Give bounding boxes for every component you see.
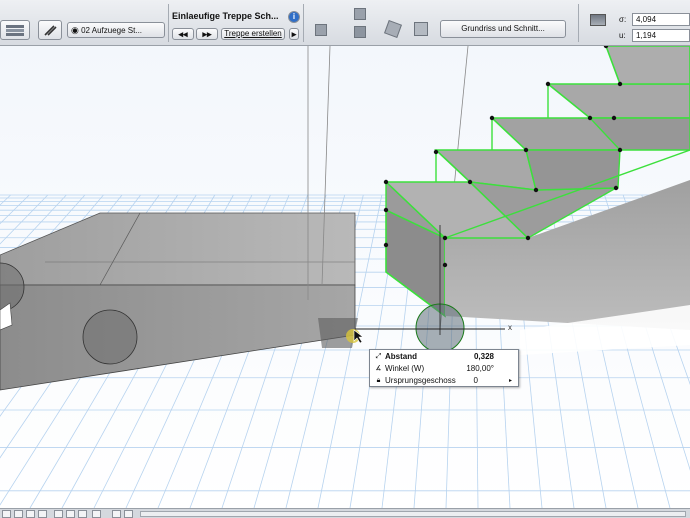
stair-riser [525,149,621,191]
stair-hotspot [442,235,448,241]
stair-hotspot [433,149,439,155]
eye-icon: ◉ [71,25,79,35]
stair-tread [604,45,690,85]
chevron-right-icon: ▸ [291,29,297,39]
3d-viewport[interactable]: x [0,0,690,518]
status-icon-9[interactable] [112,510,121,518]
previous-button[interactable]: ◂◂ [172,28,194,40]
tool-name-label: Einlaeufige Treppe Sch... [172,11,279,21]
stair-hotspot [617,147,623,153]
angle-icon: ∡ [375,365,382,372]
elevation-icon [590,14,606,26]
status-icon-5[interactable] [54,510,63,518]
status-icon-3[interactable] [26,510,35,518]
stair-hotspot [383,242,389,248]
coord-x-field[interactable]: 4,094 [632,13,690,26]
create-stair-arrow[interactable]: ▸ [289,28,299,40]
distance-icon: ⤢ [375,353,382,360]
fast-forward-icon: ▸▸ [202,29,212,39]
angle-value[interactable]: 180,00° [466,363,494,375]
coord-y-field[interactable]: 1,194 [632,29,690,42]
stair-hotspot [383,179,389,185]
stair-hotspot [613,185,619,191]
distance-value[interactable]: 0,328 [474,351,494,363]
stair-hotspot [617,81,623,87]
view-preset-label: 02 Aufzuege St... [81,26,143,35]
horizontal-scrollbar[interactable] [140,511,686,517]
status-icon-8[interactable] [92,510,101,518]
status-bar [0,508,690,518]
angle-label: Winkel (W) [385,364,425,373]
chevron-right-icon[interactable]: ▸ [509,375,512,387]
rotate-icon[interactable] [384,20,402,38]
coord-x-label: σ: [619,15,627,24]
stair-hotspot [383,207,389,213]
origin-story-label: Ursprungsgeschoss [385,376,456,385]
pen-icon [44,25,57,36]
stair-hotspot [489,115,495,121]
layer-button[interactable] [0,20,30,40]
info-button[interactable]: i [288,11,300,23]
tracker-row-origin-story[interactable]: 🔒︎ Ursprungsgeschoss 0 ▸ [370,375,518,387]
stair-shape-icon[interactable] [315,24,327,36]
status-icon-4[interactable] [38,510,47,518]
stair-hotspot [533,187,539,193]
stair-hotspot [442,262,448,268]
coord-y-label: u: [619,31,626,40]
origin-story-value[interactable]: 0 [474,375,478,387]
flight-icon[interactable] [354,8,366,20]
stair-hotspot [545,81,551,87]
grundriss-schnitt-button[interactable]: Grundriss und Schnitt... [440,20,566,38]
tracker-palette[interactable]: ⤢ Abstand 0,328 ∡ Winkel (W) 180,00° 🔒︎ … [369,349,519,387]
stair-hotspot [523,147,529,153]
x-axis-label: x [508,323,512,332]
stair-hotspot [587,115,593,121]
tracker-row-distance[interactable]: ⤢ Abstand 0,328 [370,351,518,363]
view-preset-dropdown[interactable]: ◉ 02 Aufzuege St... [67,22,165,38]
status-icon-1[interactable] [2,510,11,518]
status-icon-10[interactable] [124,510,133,518]
status-icon-7[interactable] [78,510,87,518]
status-icon-2[interactable] [14,510,23,518]
mirror-icon[interactable] [414,22,428,36]
info-box-toolbar: ◉ 02 Aufzuege St... Einlaeufige Treppe S… [0,0,690,46]
layers-icon [6,25,24,36]
next-button[interactable]: ▸▸ [196,28,218,40]
cylinder-marker [82,309,138,365]
stair-hotspot [467,179,473,185]
info-icon: i [292,12,296,21]
distance-label: Abstand [385,352,417,361]
create-stair-button[interactable]: Treppe erstellen [221,28,285,40]
status-icon-6[interactable] [66,510,75,518]
stair-hotspot [525,235,531,241]
tool-settings-button[interactable] [38,20,62,40]
landing-icon[interactable] [354,26,366,38]
rewind-icon: ◂◂ [178,29,188,39]
lock-icon: 🔒︎ [376,377,381,384]
stair-hotspot [611,115,617,121]
tracker-row-angle[interactable]: ∡ Winkel (W) 180,00° [370,363,518,375]
